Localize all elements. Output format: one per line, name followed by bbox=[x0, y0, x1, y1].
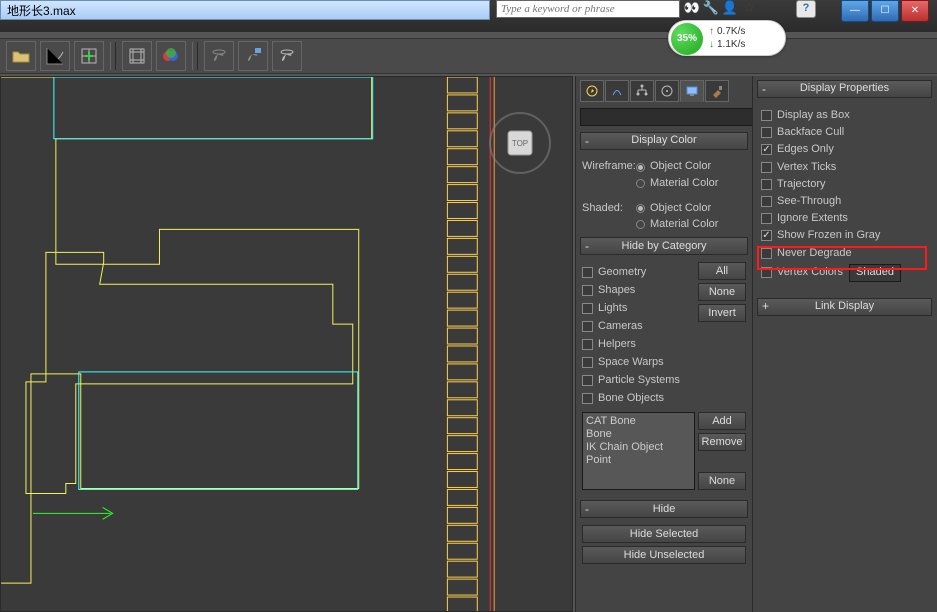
viewcube[interactable]: TOP bbox=[488, 111, 552, 175]
rollout-link-display[interactable]: +Link Display bbox=[757, 298, 932, 316]
hide-cat-label: Particle Systems bbox=[598, 374, 680, 387]
hide-none-button[interactable]: None bbox=[698, 283, 746, 301]
dp-label: Edges Only bbox=[777, 143, 834, 156]
dp-check[interactable] bbox=[761, 230, 772, 241]
dp-check[interactable] bbox=[761, 144, 772, 155]
dp-label: Display as Box bbox=[777, 109, 850, 122]
sh-material-radio[interactable] bbox=[636, 220, 645, 229]
hide-cat-check[interactable] bbox=[582, 321, 593, 332]
command-tabs bbox=[580, 80, 748, 102]
render-setup-button[interactable] bbox=[204, 41, 234, 71]
rollout-hide-category[interactable]: -Hide by Category bbox=[580, 237, 748, 255]
material-editor-button[interactable] bbox=[156, 41, 186, 71]
binoculars-icon[interactable]: 👀 bbox=[684, 0, 700, 16]
hide-unselected-button[interactable]: Hide Unselected bbox=[582, 546, 746, 564]
hide-cat-check[interactable] bbox=[582, 267, 593, 278]
wireframe-label: Wireframe: bbox=[582, 160, 636, 173]
hide-invert-button[interactable]: Invert bbox=[698, 304, 746, 322]
hide-cat-label: Space Warps bbox=[598, 356, 664, 369]
search-input[interactable] bbox=[497, 1, 679, 17]
curve-editor-button[interactable] bbox=[40, 41, 70, 71]
star-icon[interactable]: ☆ bbox=[741, 0, 757, 16]
download-speed: 1.1K/s bbox=[709, 39, 745, 51]
file-open-button[interactable] bbox=[6, 41, 36, 71]
title-icons: 👀 🔧 👤 ☆ bbox=[684, 0, 757, 18]
tab-display[interactable] bbox=[680, 80, 704, 102]
extra-categories-list[interactable]: CAT BoneBoneIK Chain ObjectPoint bbox=[582, 412, 695, 490]
user-icon[interactable]: 👤 bbox=[722, 0, 738, 16]
dp-label: Show Frozen in Gray bbox=[777, 229, 880, 242]
wrench-icon[interactable]: 🔧 bbox=[703, 0, 719, 16]
hide-selected-button[interactable]: Hide Selected bbox=[582, 525, 746, 543]
window-title: 地形长3.max bbox=[0, 0, 490, 20]
tab-motion[interactable] bbox=[655, 80, 679, 102]
render-button[interactable] bbox=[272, 41, 302, 71]
rollout-display-color[interactable]: -Display Color bbox=[580, 132, 748, 150]
maximize-button[interactable]: ☐ bbox=[871, 0, 899, 22]
hide-cat-check[interactable] bbox=[582, 393, 593, 404]
tab-hierarchy[interactable] bbox=[630, 80, 654, 102]
help-button[interactable]: ? bbox=[796, 0, 816, 18]
hide-cat-check[interactable] bbox=[582, 375, 593, 386]
shaded-label: Shaded: bbox=[582, 202, 636, 215]
dp-check[interactable] bbox=[761, 213, 772, 224]
svg-text:TOP: TOP bbox=[512, 139, 528, 148]
rollout-hide[interactable]: -Hide bbox=[580, 500, 748, 518]
vertex-colors-shaded-button[interactable]: Shaded bbox=[849, 264, 901, 282]
viewport-top[interactable]: TOP bbox=[0, 76, 573, 612]
close-button[interactable]: ✕ bbox=[901, 0, 929, 22]
schematic-button[interactable] bbox=[122, 41, 152, 71]
hide-cat-label: Geometry bbox=[598, 266, 646, 279]
dp-check[interactable] bbox=[761, 196, 772, 207]
dp-label: See-Through bbox=[777, 195, 841, 208]
minimize-button[interactable]: — bbox=[841, 0, 869, 22]
dp-label: Vertex Ticks bbox=[777, 161, 836, 174]
rollout-display-props[interactable]: -Display Properties bbox=[757, 80, 932, 98]
main-toolbar bbox=[0, 38, 937, 74]
tab-utilities[interactable] bbox=[705, 80, 729, 102]
speed-dial: 35% bbox=[671, 23, 703, 55]
dp-check[interactable] bbox=[761, 248, 772, 259]
hide-cat-label: Cameras bbox=[598, 320, 643, 333]
tab-create[interactable] bbox=[580, 80, 604, 102]
hide-cat-check[interactable] bbox=[582, 339, 593, 350]
dp-check[interactable] bbox=[761, 162, 772, 173]
hide-cat-check[interactable] bbox=[582, 303, 593, 314]
hide-cat-check[interactable] bbox=[582, 285, 593, 296]
hide-cat-label: Helpers bbox=[598, 338, 636, 351]
hide-cat-label: Shapes bbox=[598, 284, 635, 297]
dp-check[interactable] bbox=[761, 127, 772, 138]
dp-label: Backface Cull bbox=[777, 126, 844, 139]
container-button[interactable] bbox=[74, 41, 104, 71]
none-cat-button[interactable]: None bbox=[698, 472, 746, 490]
dp-label: Ignore Extents bbox=[777, 212, 848, 225]
dp-label: Vertex Colors bbox=[777, 266, 843, 279]
hide-all-button[interactable]: All bbox=[698, 262, 746, 280]
upload-speed: 0.7K/s bbox=[709, 26, 745, 38]
dp-label: Trajectory bbox=[777, 178, 826, 191]
speed-badge: 35% 0.7K/s 1.1K/s bbox=[668, 20, 786, 56]
remove-cat-button[interactable]: Remove bbox=[698, 433, 746, 451]
sh-object-radio[interactable] bbox=[636, 204, 645, 213]
hide-cat-check[interactable] bbox=[582, 357, 593, 368]
search-box[interactable] bbox=[496, 0, 680, 18]
object-name-input[interactable] bbox=[580, 108, 753, 126]
render-frame-button[interactable] bbox=[238, 41, 268, 71]
dp-check[interactable] bbox=[761, 267, 772, 278]
wf-material-radio[interactable] bbox=[636, 179, 645, 188]
dp-check[interactable] bbox=[761, 179, 772, 190]
wf-object-radio[interactable] bbox=[636, 163, 645, 172]
tab-modify[interactable] bbox=[605, 80, 629, 102]
dp-check[interactable] bbox=[761, 110, 772, 121]
add-cat-button[interactable]: Add bbox=[698, 412, 746, 430]
dp-label: Never Degrade bbox=[777, 247, 852, 260]
hide-cat-label: Lights bbox=[598, 302, 627, 315]
hide-cat-label: Bone Objects bbox=[598, 392, 664, 405]
